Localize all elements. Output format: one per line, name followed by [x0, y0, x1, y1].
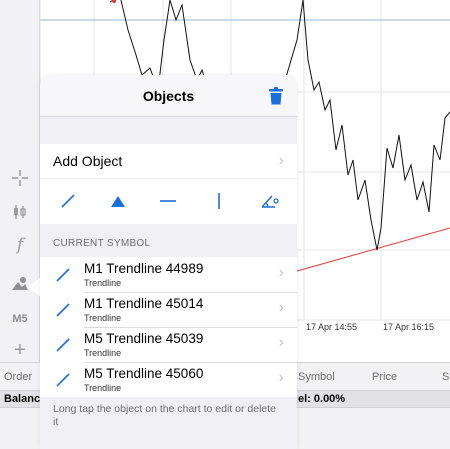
time-label: 17 Apr 16:15: [383, 322, 435, 332]
crosshair-icon[interactable]: [0, 163, 40, 193]
list-item[interactable]: M5 Trendline 45060 Trendline ›: [40, 362, 297, 397]
popover-header: Objects: [40, 75, 297, 117]
arrow-tool-icon[interactable]: [106, 189, 130, 213]
trendline-icon: [56, 303, 70, 317]
trendline-icon: [56, 268, 70, 282]
list-item[interactable]: M1 Trendline 44989 Trendline ›: [40, 257, 297, 292]
object-tools-row: [40, 179, 297, 224]
object-type: Trendline: [84, 348, 122, 358]
objects-list: M1 Trendline 44989 Trendline › M1 Trendl…: [40, 257, 297, 397]
time-label: 17 Apr 14:55: [306, 322, 358, 332]
objects-popover: Objects Add Object › CURRENT SYMBOL M1 T…: [40, 75, 297, 449]
object-name: M5 Trendline 45060: [84, 366, 204, 381]
margin-level: el: 0.00%: [298, 393, 346, 405]
trash-icon[interactable]: [269, 87, 283, 105]
left-toolbar: f M5 +: [0, 0, 40, 364]
popover-title: Objects: [142, 88, 195, 104]
horizontal-line-tool-icon[interactable]: [156, 189, 180, 213]
trendline-icon: [56, 338, 70, 352]
trendline-icon: [56, 373, 70, 387]
section-header: CURRENT SYMBOL: [53, 238, 151, 249]
indicators-icon[interactable]: f: [0, 230, 40, 260]
chevron-right-icon: ›: [278, 369, 284, 386]
chevron-right-icon: ›: [278, 152, 284, 169]
column-symbol[interactable]: Symbol: [298, 371, 335, 383]
add-object-row[interactable]: Add Object ›: [40, 144, 297, 178]
trendline-tool-icon[interactable]: [56, 189, 80, 213]
chevron-right-icon: ›: [278, 264, 284, 281]
timeframe-button[interactable]: M5: [0, 304, 40, 334]
footer-note: Long tap the object on the chart to edit…: [53, 403, 276, 428]
list-item[interactable]: M1 Trendline 45014 Trendline ›: [40, 292, 297, 327]
vertical-line-tool-icon[interactable]: [207, 189, 231, 213]
object-type: Trendline: [84, 313, 122, 323]
list-item[interactable]: M5 Trendline 45039 Trendline ›: [40, 327, 297, 362]
object-name: M1 Trendline 45014: [84, 296, 204, 311]
object-type: Trendline: [84, 383, 122, 393]
add-icon[interactable]: +: [0, 335, 40, 365]
column-order[interactable]: Order: [4, 371, 32, 383]
column-s[interactable]: S: [442, 371, 449, 383]
object-type: Trendline: [84, 278, 122, 288]
column-price[interactable]: Price: [372, 371, 397, 383]
candles-icon[interactable]: [0, 197, 40, 227]
object-name: M1 Trendline 44989: [84, 261, 204, 276]
chevron-right-icon: ›: [278, 334, 284, 351]
object-name: M5 Trendline 45039: [84, 331, 204, 346]
chevron-right-icon: ›: [278, 299, 284, 316]
angle-tool-icon[interactable]: [258, 189, 282, 213]
add-object-label: Add Object: [53, 153, 123, 169]
